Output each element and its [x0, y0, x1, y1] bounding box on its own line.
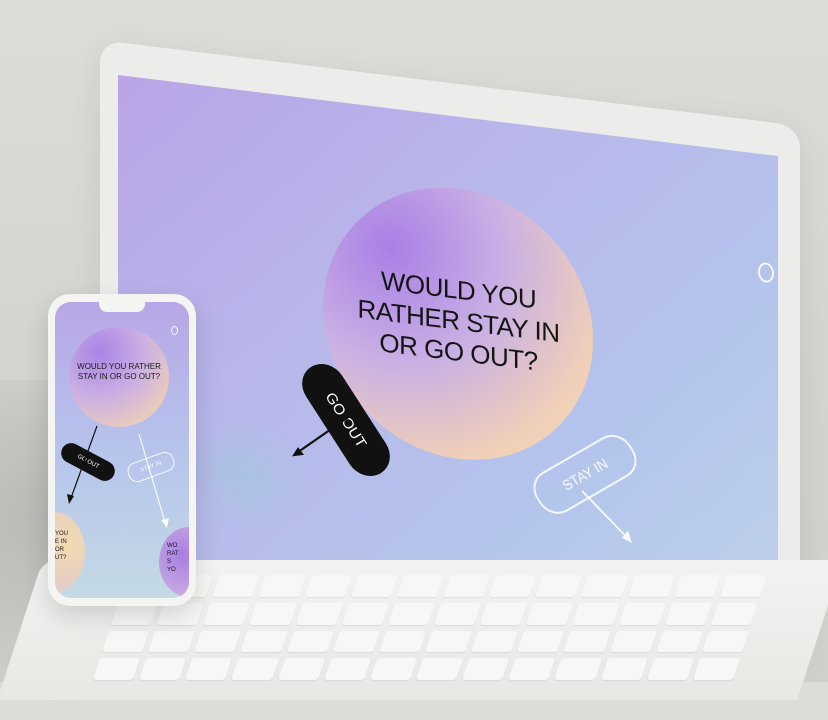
key: [664, 602, 712, 625]
key: [480, 602, 528, 625]
key: [231, 658, 279, 680]
key: [609, 630, 657, 653]
key: [655, 630, 703, 653]
key: [692, 658, 740, 680]
key: [462, 658, 510, 680]
key: [277, 658, 325, 680]
key: [600, 658, 648, 680]
key: [415, 658, 464, 680]
key: [212, 575, 260, 597]
key: [286, 630, 334, 653]
key: [378, 630, 427, 653]
key: [148, 630, 196, 653]
arrow-down-left-icon: [292, 413, 354, 457]
key: [240, 630, 288, 653]
key: [157, 602, 205, 625]
key: [526, 602, 574, 625]
key: [424, 630, 473, 653]
arrow-down-right-icon: [138, 433, 169, 528]
key: [101, 630, 150, 653]
key: [489, 575, 537, 597]
key: [701, 630, 750, 653]
side-text-left: YOU E IN OR UT?: [55, 531, 69, 561]
key: [387, 602, 436, 625]
key: [332, 630, 380, 653]
key: [194, 630, 242, 653]
key: [646, 658, 694, 680]
key: [572, 602, 620, 625]
key: [396, 575, 445, 597]
side-text-right: WO RAT S YO: [167, 543, 179, 573]
logo-icon[interactable]: [171, 326, 178, 335]
arrow-down-right-icon: [581, 490, 632, 544]
key: [185, 658, 233, 680]
key: [341, 602, 389, 625]
key: [673, 575, 721, 597]
key: [442, 575, 491, 597]
key: [433, 602, 482, 625]
phone-notch: [99, 302, 145, 312]
key: [471, 630, 519, 653]
key: [249, 602, 297, 625]
key: [535, 575, 583, 597]
key: [369, 658, 417, 680]
key: [110, 602, 159, 625]
logo-icon[interactable]: [758, 261, 774, 284]
key: [323, 658, 371, 680]
key: [258, 575, 306, 597]
key: [203, 602, 251, 625]
phone-screen: WOULD YOU RATHER STAY IN OR GO OUT? GO O…: [55, 302, 189, 598]
key: [508, 658, 556, 680]
key: [295, 602, 343, 625]
key: [581, 575, 629, 597]
key: [627, 575, 675, 597]
key: [350, 575, 398, 597]
key: [618, 602, 666, 625]
question-text: WOULD YOU RATHER STAY IN OR GO OUT?: [77, 362, 161, 381]
key: [304, 575, 352, 597]
key: [554, 658, 602, 680]
key: [719, 575, 768, 597]
key: [92, 658, 141, 680]
arrow-down-left-icon: [67, 425, 98, 504]
key: [139, 658, 187, 680]
key: [517, 630, 565, 653]
laptop-screen: WOULD YOU RATHER STAY IN OR GO OUT? GO O…: [118, 75, 778, 645]
key: [563, 630, 611, 653]
key: [710, 602, 759, 625]
